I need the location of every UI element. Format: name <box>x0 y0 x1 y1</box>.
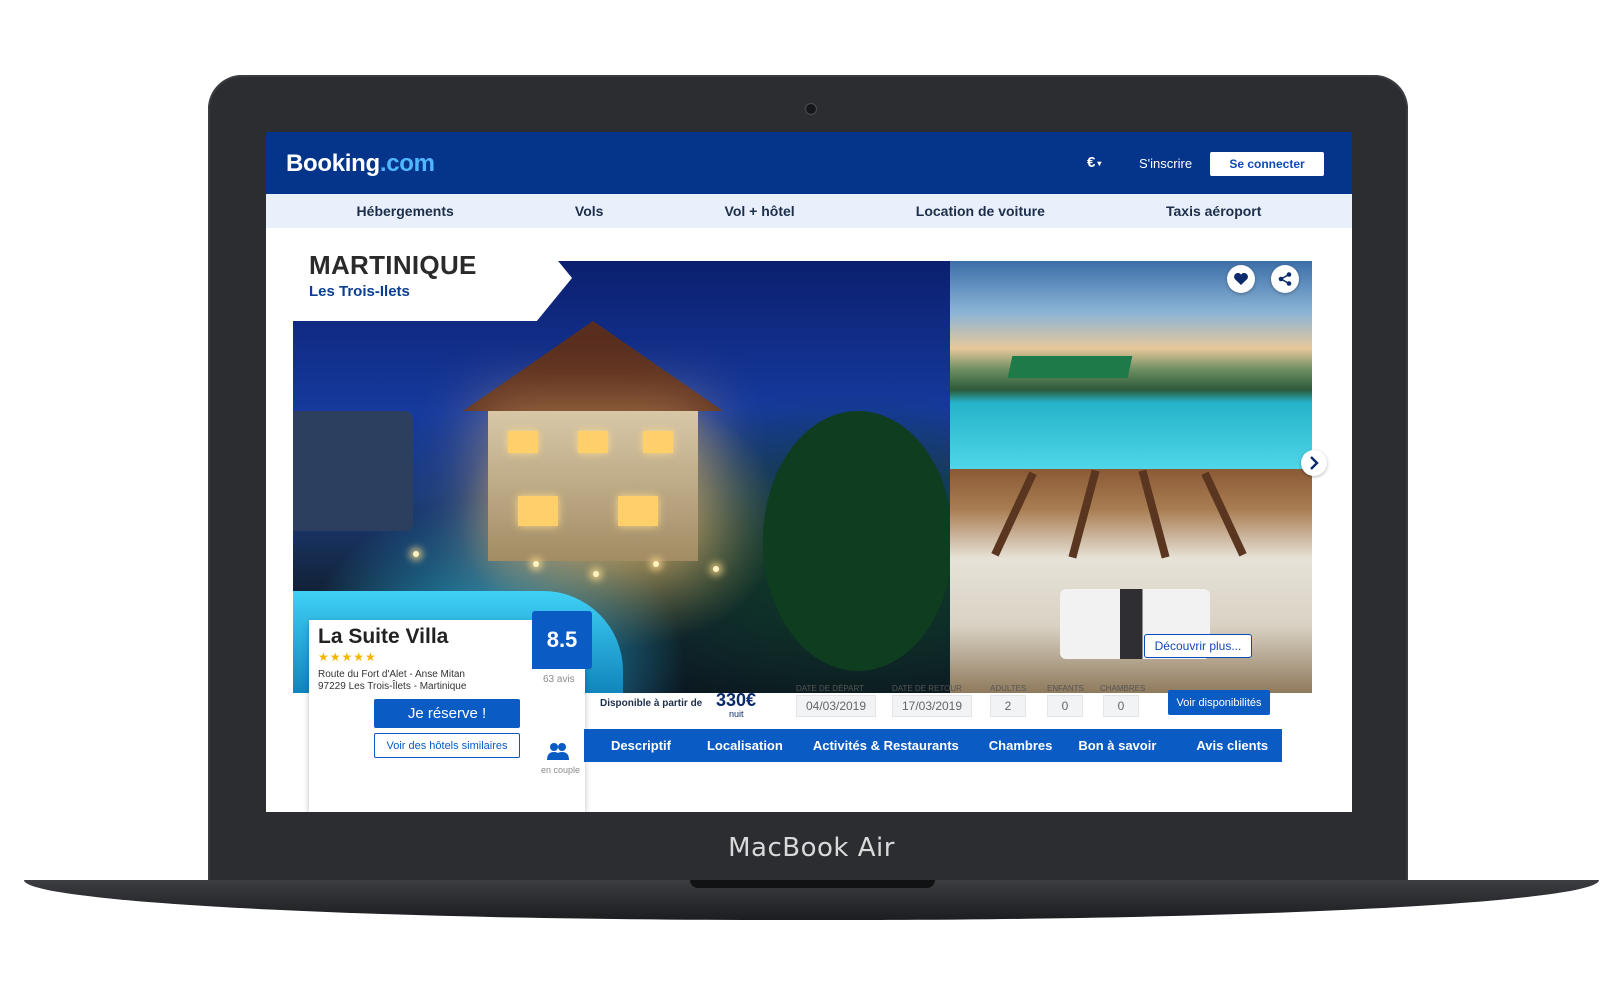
currency-symbol: € <box>1087 154 1096 171</box>
photo-detail <box>463 321 723 411</box>
tab-reviews[interactable]: Avis clients <box>1196 738 1268 753</box>
price: 330€ <box>716 690 757 710</box>
departure-date-field[interactable]: 04/03/2019 <box>796 695 876 717</box>
nav-item-flight-hotel[interactable]: Vol + hôtel <box>725 203 795 219</box>
photo-detail <box>1007 356 1133 378</box>
share-button[interactable] <box>1271 265 1299 293</box>
tab-description[interactable]: Descriptif <box>611 738 671 753</box>
hotel-address-line1: Route du Fort d'Alet - Anse Mitan <box>318 669 465 680</box>
signup-link[interactable]: S'inscrire <box>1139 156 1192 171</box>
chevron-right-icon <box>1310 456 1319 470</box>
photo-detail <box>518 496 558 526</box>
photo-detail <box>293 411 413 531</box>
adults-label: ADULTES <box>990 684 1027 693</box>
photo-detail <box>1138 469 1170 559</box>
hotel-name: La Suite Villa <box>318 625 449 648</box>
photo-detail <box>593 571 599 577</box>
discover-more-button[interactable]: Découvrir plus... <box>1144 634 1252 658</box>
tab-activities[interactable]: Activités & Restaurants <box>813 738 959 753</box>
children-label: ENFANTS <box>1047 684 1084 693</box>
traveler-type-label: en couple <box>541 765 581 775</box>
similar-hotels-button[interactable]: Voir des hôtels similaires <box>374 733 520 758</box>
logo-suffix: .com <box>379 150 435 177</box>
photo-detail <box>508 431 538 453</box>
login-button[interactable]: Se connecter <box>1210 152 1324 176</box>
laptop-notch <box>690 880 935 888</box>
star-rating: ★★★★★ <box>318 650 377 664</box>
device-brand-label: MacBook Air <box>728 833 895 863</box>
photo-detail <box>1068 469 1100 559</box>
gallery-thumb-bedroom[interactable] <box>950 469 1312 693</box>
currency-selector[interactable]: € ▾ <box>1087 154 1101 171</box>
photo-detail <box>643 431 673 453</box>
destination-subtitle: Les Trois-Ilets <box>309 283 410 300</box>
photo-detail <box>578 431 608 453</box>
photo-detail <box>763 411 950 671</box>
photo-detail <box>653 561 659 567</box>
return-date-field[interactable]: 17/03/2019 <box>892 695 972 717</box>
check-availability-button[interactable]: Voir disponibilités <box>1168 690 1270 715</box>
gallery-thumb-pool[interactable] <box>950 261 1312 469</box>
gallery-next-button[interactable] <box>1301 450 1327 476</box>
price-unit: nuit <box>729 709 744 719</box>
photo-detail <box>991 471 1037 557</box>
main-nav: Hébergements Vols Vol + hôtel Location d… <box>266 194 1352 228</box>
tab-location[interactable]: Localisation <box>707 738 783 753</box>
adults-field[interactable]: 2 <box>990 695 1026 717</box>
logo-main: Booking <box>286 150 380 177</box>
return-label: DATE DE RETOUR <box>892 684 962 693</box>
webcam <box>805 103 817 115</box>
review-score: 8.5 <box>532 611 592 669</box>
departure-label: DATE DE DÉPART <box>796 684 865 693</box>
reserve-button[interactable]: Je réserve ! <box>374 699 520 728</box>
review-count[interactable]: 63 avis <box>543 674 575 685</box>
nav-item-car-rental[interactable]: Location de voiture <box>916 203 1045 219</box>
nav-item-airport-taxis[interactable]: Taxis aéroport <box>1166 203 1261 219</box>
photo-detail <box>413 551 419 557</box>
photo-detail <box>618 496 658 526</box>
top-header: Booking.com € ▾ S'inscrire Se connecter <box>266 132 1352 194</box>
booking-logo[interactable]: Booking.com <box>286 150 435 178</box>
hotel-address-line2: 97229 Les Trois-Îlets - Martinique <box>318 681 467 692</box>
screen: Booking.com € ▾ S'inscrire Se connecter H… <box>266 132 1352 812</box>
couple-icon <box>547 743 569 760</box>
photo-detail <box>533 561 539 567</box>
nav-item-flights[interactable]: Vols <box>575 203 604 219</box>
photo-detail <box>1201 471 1247 557</box>
tab-rooms[interactable]: Chambres <box>989 738 1053 753</box>
favorite-button[interactable] <box>1227 265 1255 293</box>
nav-item-accommodations[interactable]: Hébergements <box>357 203 454 219</box>
tab-good-to-know[interactable]: Bon à savoir <box>1078 738 1156 753</box>
rooms-label: CHAMBRES <box>1100 684 1146 693</box>
chevron-down-icon: ▾ <box>1097 158 1102 168</box>
rooms-field[interactable]: 0 <box>1103 695 1139 717</box>
photo-detail <box>488 411 698 561</box>
destination-title: MARTINIQUE <box>309 250 477 280</box>
availability-label: Disponible à partir de <box>600 698 703 709</box>
photo-detail <box>713 566 719 572</box>
heart-icon <box>1234 273 1248 285</box>
details-tabbar: Descriptif Localisation Activités & Rest… <box>584 729 1282 762</box>
children-field[interactable]: 0 <box>1047 695 1083 717</box>
share-icon <box>1278 272 1292 286</box>
